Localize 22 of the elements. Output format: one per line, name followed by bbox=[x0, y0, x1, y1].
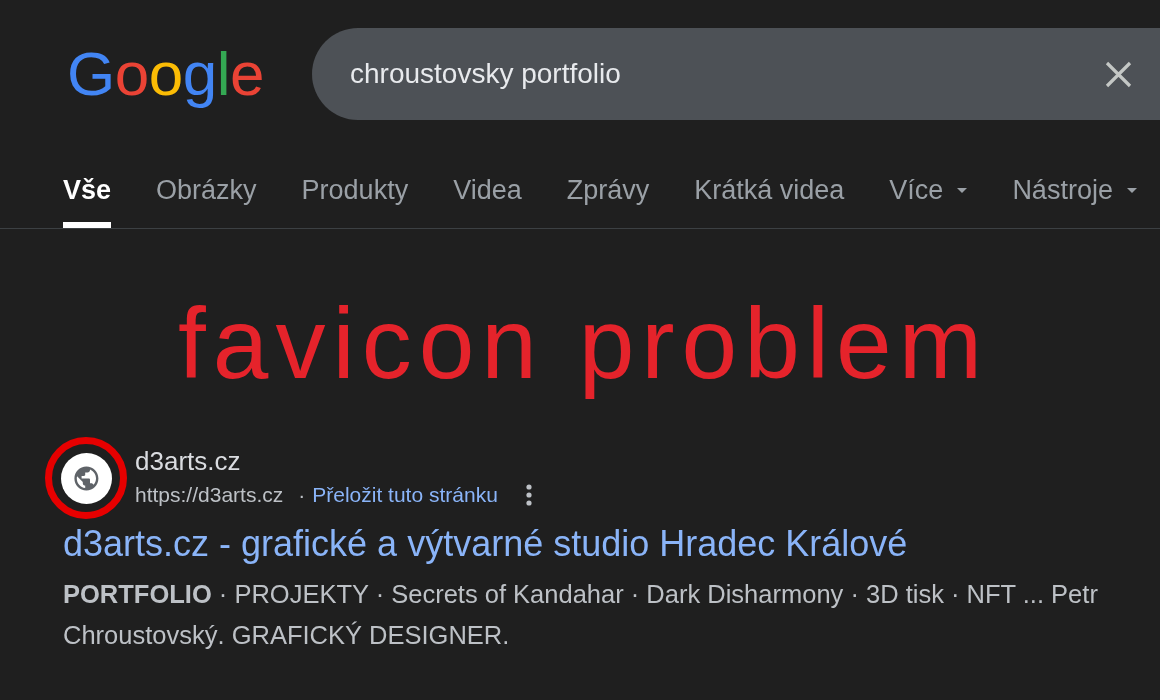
translate-link[interactable]: Přeložit tuto stránku bbox=[312, 480, 498, 510]
globe-icon bbox=[60, 452, 112, 504]
tab[interactable]: Videa bbox=[453, 174, 522, 228]
tab[interactable]: Vše bbox=[63, 174, 112, 228]
tab[interactable]: Zprávy bbox=[566, 174, 650, 228]
tab[interactable]: Nástroje bbox=[1012, 174, 1137, 228]
caret-icon[interactable] bbox=[957, 187, 968, 193]
tab[interactable]: Více bbox=[889, 174, 968, 228]
site-url: https://d3arts.cz bbox=[135, 482, 284, 508]
tab[interactable]: Produkty bbox=[301, 174, 409, 228]
tab[interactable]: Obrázky bbox=[156, 174, 257, 228]
result-title-link[interactable]: d3arts.cz - grafické a výtvarné studio Hradec Králové bbox=[63, 522, 908, 566]
separator-dot: · bbox=[298, 482, 306, 508]
site-name[interactable]: d3arts.cz bbox=[135, 446, 241, 476]
annotation-text: favicon problem bbox=[177, 288, 989, 398]
tab[interactable]: Krátká videa bbox=[694, 174, 845, 228]
caret-icon[interactable] bbox=[1126, 187, 1137, 193]
close-icon[interactable] bbox=[1105, 60, 1132, 88]
search-field[interactable]: chroustovsky portfolio bbox=[312, 28, 1160, 120]
search-query: chroustovsky portfolio bbox=[350, 58, 622, 90]
result-snippet: PORTFOLIO · PROJEKTY · Secrets of Kandahar · Dark Disharmony · 3D tisk · NFT ... Petr Chroustovský. GRAFICKÝ DESIGNER. bbox=[63, 579, 1099, 651]
more-options-icon[interactable] bbox=[525, 484, 532, 506]
